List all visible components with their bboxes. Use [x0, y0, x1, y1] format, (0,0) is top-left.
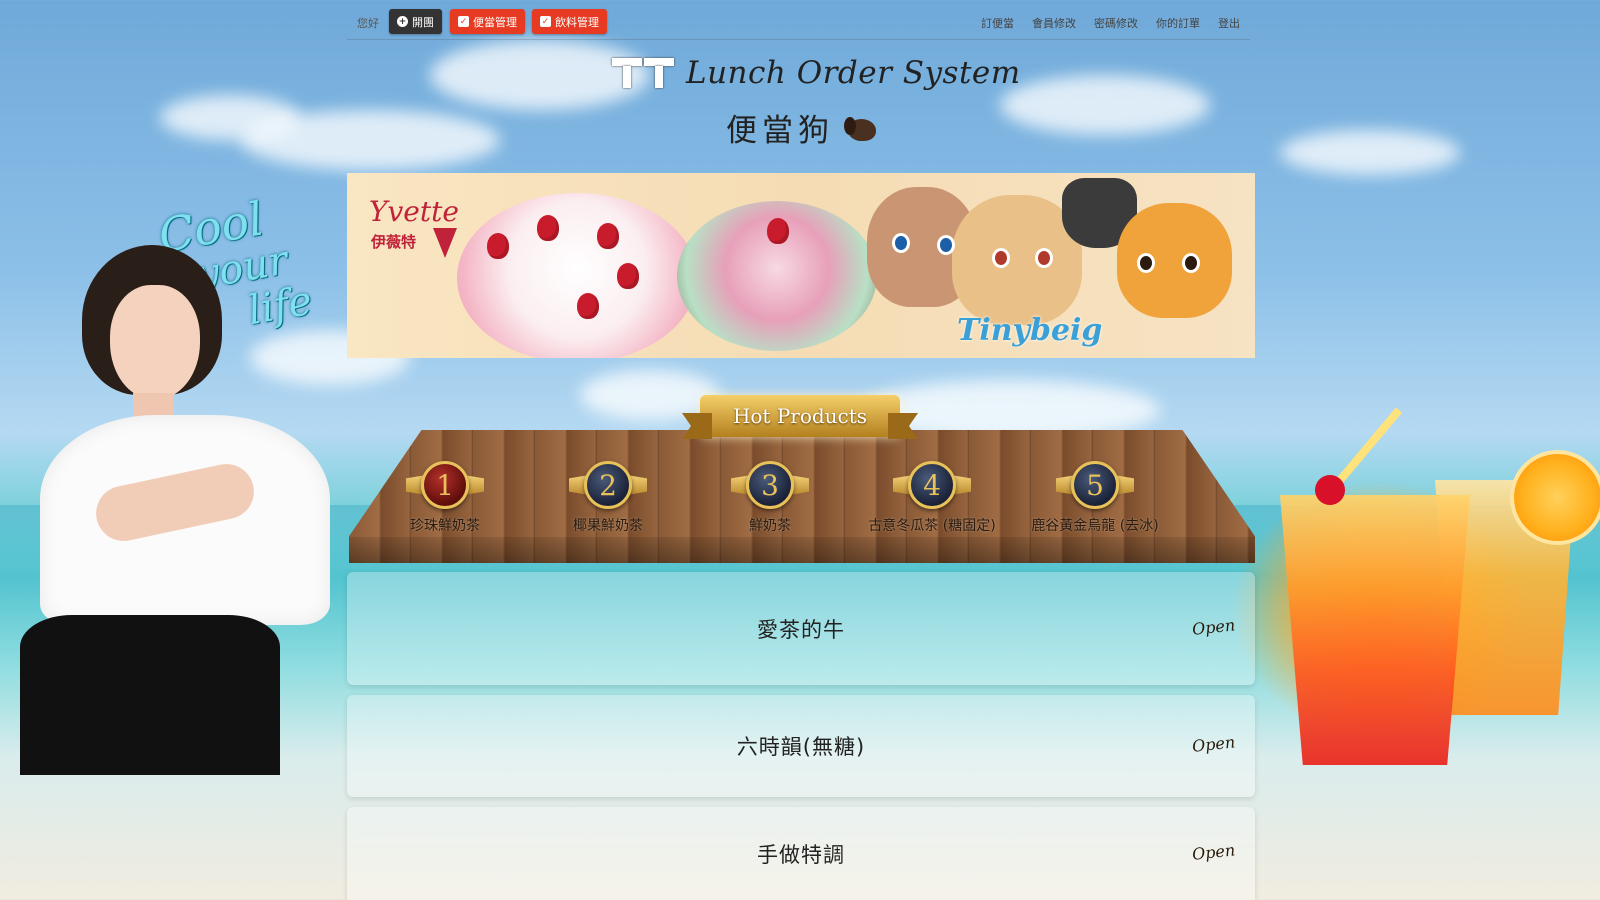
rank-medal: 4 [887, 460, 977, 510]
rank-number: 2 [584, 461, 632, 509]
shop-name: 六時韻(無糖) [736, 735, 866, 759]
subtitle-text: 便當狗 [726, 113, 834, 149]
strawberry-decor [487, 233, 509, 259]
user-menu: 訂便當 會員修改 密碼修改 你的訂單 登出 [981, 15, 1240, 31]
nav-link-my-orders[interactable]: 你的訂單 [1156, 15, 1200, 31]
rank-medal: 3 [725, 460, 815, 510]
background-cloud [1000, 75, 1210, 135]
open-group-label: 開團 [412, 15, 434, 29]
rank-number: 4 [908, 461, 956, 509]
banner-brand-zh: 伊薇特 [371, 233, 417, 251]
site-subtitle: 便當狗 [726, 105, 880, 150]
cat-eye-decor [937, 235, 955, 255]
strawberry-decor [577, 293, 599, 319]
hot-product-item[interactable]: 4 古意冬瓜茶 (糖固定) [852, 460, 1012, 535]
site-logo[interactable]: Lunch Order System [612, 48, 1021, 98]
shop-card[interactable]: 手做特調 Open [347, 807, 1255, 900]
cat-eye-decor [1035, 248, 1053, 268]
plus-circle-icon: + [397, 16, 408, 27]
strawberry-decor [597, 223, 619, 249]
hot-product-name: 古意冬瓜茶 (糖固定) [868, 518, 996, 534]
strawberry-decor [617, 263, 639, 289]
shop-status-badge: Open [1190, 732, 1236, 756]
lunch-manage-button[interactable]: ✓ 便當管理 [450, 9, 525, 34]
hot-product-item[interactable]: 2 椰果鮮奶茶 [528, 460, 688, 535]
lunch-manage-label: 便當管理 [473, 15, 517, 29]
strawberry-decor [537, 215, 559, 241]
shop-card[interactable]: 愛茶的牛 Open [347, 572, 1255, 685]
shop-card[interactable]: 六時韻(無糖) Open [347, 695, 1255, 797]
hot-product-item[interactable]: 1 珍珠鮮奶茶 [365, 460, 525, 535]
background-cloud [580, 370, 720, 420]
cartoon-cat-image [1117, 203, 1232, 318]
hot-products-title: Hot Products [732, 404, 868, 428]
promo-banner[interactable]: Yvette 伊薇特 Tinybeig [347, 173, 1255, 358]
drink-manage-label: 飲料管理 [555, 15, 599, 29]
dog-icon [844, 113, 880, 143]
rank-number: 3 [746, 461, 794, 509]
check-square-icon: ✓ [540, 16, 551, 27]
hot-product-name: 鮮奶茶 [749, 518, 791, 534]
greeting-text: 您好 [357, 17, 379, 30]
open-group-button[interactable]: + 開團 [389, 9, 442, 34]
hot-product-name: 珍珠鮮奶茶 [410, 518, 480, 534]
hot-product-name: 椰果鮮奶茶 [573, 518, 643, 534]
background-cloud [240, 110, 500, 170]
shop-name: 愛茶的牛 [757, 617, 845, 642]
nav-link-password-edit[interactable]: 密碼修改 [1094, 15, 1138, 31]
shop-status-badge: Open [1190, 614, 1236, 639]
nav-link-order-lunch[interactable]: 訂便當 [981, 15, 1014, 31]
check-square-icon: ✓ [458, 16, 469, 27]
background-cloud [1280, 130, 1460, 175]
banner-brand: Yvette [369, 195, 459, 228]
shop-name: 手做特調 [757, 842, 845, 867]
rank-medal: 5 [1050, 460, 1140, 510]
nav-link-logout[interactable]: 登出 [1218, 15, 1240, 31]
rank-number: 5 [1071, 461, 1119, 509]
strawberry-decor [767, 218, 789, 244]
hot-product-item[interactable]: 3 鮮奶茶 [690, 460, 850, 535]
hot-products-ribbon: Hot Products [700, 395, 900, 437]
strawberry-cake-image [457, 193, 697, 358]
banner-tag: Tinybeig [957, 313, 1103, 348]
drink-manage-button[interactable]: ✓ 飲料管理 [532, 9, 607, 34]
rank-medal: 2 [563, 460, 653, 510]
top-navigation: 您好 + 開團 ✓ 便當管理 ✓ 飲料管理 訂便當 會員修改 密碼修改 你的訂單… [347, 8, 1250, 40]
rank-medal: 1 [400, 460, 490, 510]
promo-model-image [0, 245, 340, 785]
cat-eye-decor [992, 248, 1010, 268]
page-title: Lunch Order System [686, 55, 1021, 91]
nav-link-member-edit[interactable]: 會員修改 [1032, 15, 1076, 31]
cat-eye-decor [1182, 253, 1200, 273]
drinks-image [1210, 407, 1600, 780]
cat-eye-decor [1137, 253, 1155, 273]
tt-logo-icon [612, 58, 674, 88]
cat-eye-decor [892, 233, 910, 253]
hot-product-item[interactable]: 5 鹿谷黃金烏龍 (去冰) [1015, 460, 1175, 535]
rank-number: 1 [421, 461, 469, 509]
shop-status-badge: Open [1190, 839, 1236, 864]
ice-cream-cone-icon [433, 228, 457, 258]
hot-product-name: 鹿谷黃金烏龍 (去冰) [1031, 518, 1159, 534]
